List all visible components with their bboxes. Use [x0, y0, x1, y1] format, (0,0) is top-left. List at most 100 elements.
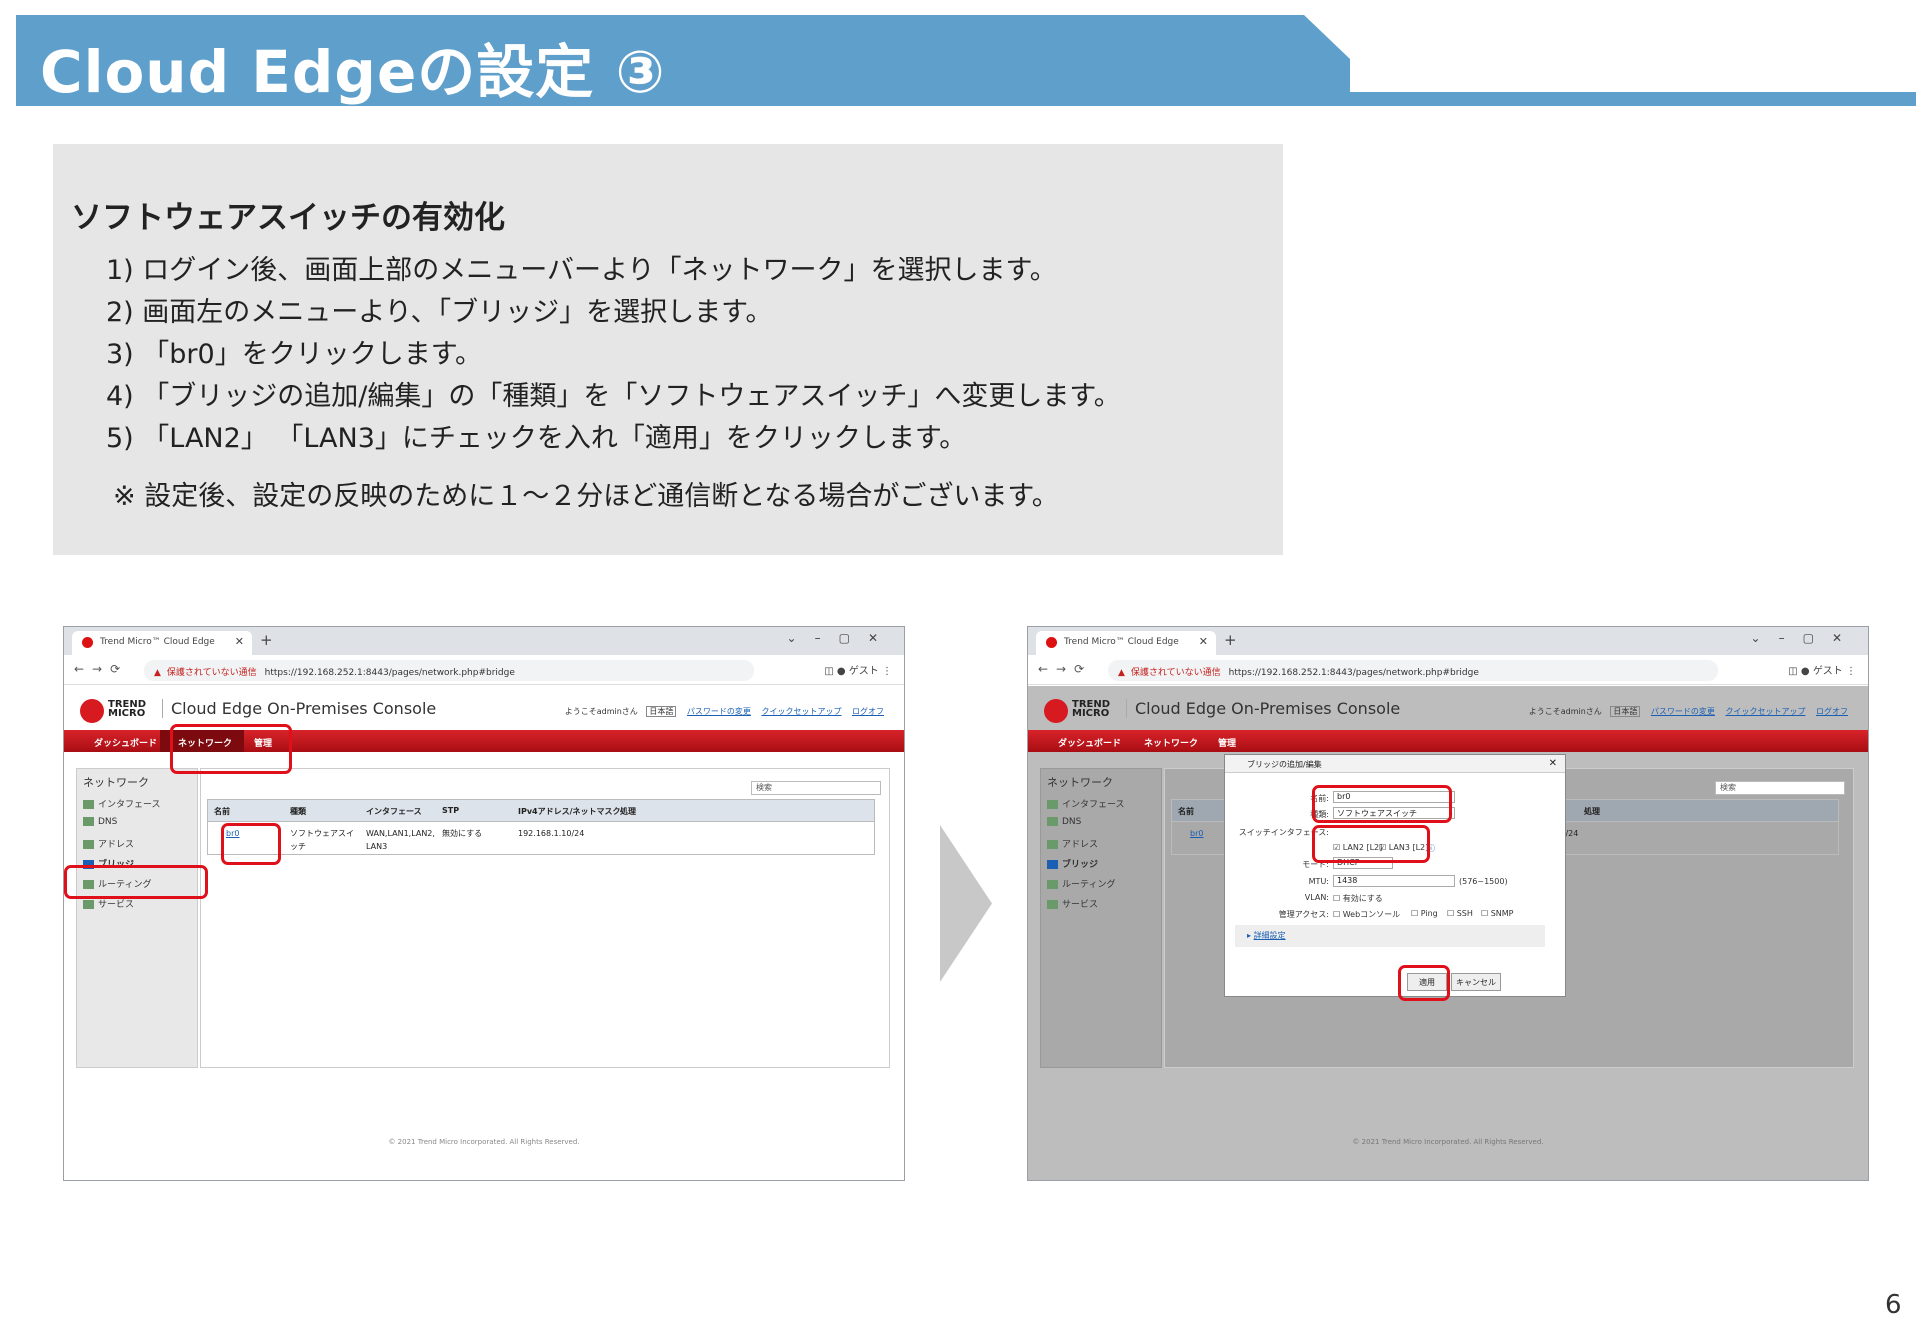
- logo-text: TREND MICRO: [1072, 699, 1111, 719]
- col-type[interactable]: 種類: [290, 806, 306, 817]
- table-row: br0 ソフトウェアスイッチ WAN,LAN1,LAN2,LAN3 無効にする …: [208, 822, 874, 854]
- change-password-link[interactable]: パスワードの変更: [1651, 707, 1715, 716]
- bridge-icon: [1047, 860, 1058, 869]
- console-content: ネットワーク インタフェース DNS アドレス ブリッジ ルーティング サービス…: [64, 752, 904, 1180]
- col-name[interactable]: 名前: [214, 806, 230, 817]
- dns-icon: [83, 817, 94, 826]
- sidebar-item-interface[interactable]: インタフェース: [1047, 797, 1125, 810]
- search-input[interactable]: 検索: [1715, 781, 1845, 795]
- highlight-lan-checkboxes: [1312, 825, 1430, 863]
- snmp-checkbox[interactable]: ☐ SNMP: [1481, 909, 1514, 918]
- nav-buttons[interactable]: ←→⟳: [1038, 662, 1092, 676]
- instructions-note: ※ 設定後、設定の反映のために１～２分ほど通信断となる場合がございます。: [113, 481, 1059, 512]
- service-icon: [83, 900, 94, 909]
- url-field[interactable]: ▲ 保護されていない通信 https://192.168.252.1:8443/pa…: [144, 660, 754, 681]
- warning-icon: ▲: [154, 668, 161, 678]
- mtu-range: (576~1500): [1459, 877, 1508, 886]
- steps-list: 1) ログイン後、画面上部のメニューバーより「ネットワーク」を選択します。 2)…: [106, 250, 1121, 460]
- table-header: 名前 種類 インタフェース STP IPv4アドレス/ネットマスク 処理: [208, 800, 874, 822]
- console-footer: © 2021 Trend Micro Incorporated. All Rig…: [1352, 1138, 1544, 1146]
- url-field[interactable]: ▲ 保護されていない通信 https://192.168.252.1:8443/pa…: [1108, 660, 1718, 681]
- menu-admin[interactable]: 管理: [1212, 730, 1252, 752]
- col-interface[interactable]: インタフェース: [366, 806, 422, 817]
- col-stp[interactable]: STP: [442, 806, 459, 815]
- highlight-apply: [1398, 965, 1450, 1001]
- language-select[interactable]: 日本語: [646, 706, 677, 717]
- bridge-table: 名前 種類 インタフェース STP IPv4アドレス/ネットマスク 処理 br0…: [207, 799, 875, 855]
- new-tab-icon[interactable]: +: [1224, 631, 1237, 649]
- col-action[interactable]: 処理: [1584, 806, 1600, 817]
- sidebar-item-address[interactable]: アドレス: [1047, 837, 1098, 850]
- sidebar-item-bridge[interactable]: ブリッジ: [1047, 857, 1098, 870]
- screenshot-network-bridge: Trend Micro™ Cloud Edge ✕ + ⌄–▢✕ ←→⟳ ▲ 保護さ…: [63, 626, 905, 1181]
- window-controls[interactable]: ⌄–▢✕: [1751, 631, 1860, 645]
- bridge-panel: 検索 名前 種類 インタフェース STP IPv4アドレス/ネットマスク 処理 …: [200, 768, 890, 1068]
- language-select[interactable]: 日本語: [1610, 706, 1641, 717]
- browser-tabbar: Trend Micro™ Cloud Edge ✕ + ⌄–▢✕: [1028, 627, 1868, 655]
- instructions-panel: ソフトウェアスイッチの有効化 1) ログイン後、画面上部のメニューバーより「ネッ…: [53, 144, 1283, 555]
- routing-icon: [1047, 880, 1058, 889]
- col-action[interactable]: 処理: [620, 806, 636, 817]
- menu-dashboard[interactable]: ダッシュボード: [1044, 730, 1124, 752]
- web-console-checkbox[interactable]: ☐ Webコンソール: [1333, 909, 1400, 920]
- close-tab-icon[interactable]: ✕: [1199, 635, 1208, 648]
- access-label: 管理アクセス:: [1278, 910, 1329, 919]
- menu-dashboard[interactable]: ダッシュボード: [80, 730, 160, 752]
- col-ipv4[interactable]: IPv4アドレス/ネットマスク: [518, 806, 621, 817]
- trend-favicon-icon: [82, 637, 93, 648]
- highlight-bridge: [64, 865, 208, 899]
- cell-ipv4: 192.168.1.10/24: [518, 829, 585, 838]
- close-tab-icon[interactable]: ✕: [235, 635, 244, 648]
- change-password-link[interactable]: パスワードの変更: [687, 707, 751, 716]
- close-icon[interactable]: ✕: [1549, 758, 1557, 769]
- nav-buttons[interactable]: ←→⟳: [74, 662, 128, 676]
- ping-checkbox[interactable]: ☐ Ping: [1411, 909, 1438, 918]
- new-tab-icon[interactable]: +: [260, 631, 273, 649]
- sidebar-item-service[interactable]: サービス: [1047, 897, 1098, 910]
- trend-logo-icon: [1044, 699, 1068, 723]
- console-header: TREND MICRO Cloud Edge On-Premises Conso…: [1028, 686, 1868, 730]
- window-controls[interactable]: ⌄–▢✕: [787, 631, 896, 645]
- interface-icon: [83, 800, 94, 809]
- logoff-link[interactable]: ログオフ: [1816, 707, 1848, 716]
- sidebar-title: ネットワーク: [83, 776, 149, 789]
- logoff-link[interactable]: ログオフ: [852, 707, 884, 716]
- trend-logo-icon: [80, 699, 104, 723]
- address-bar: ←→⟳ ▲ 保護されていない通信 https://192.168.252.1:844…: [1028, 655, 1868, 685]
- page-number: 6: [1885, 1290, 1902, 1320]
- logo-text: TREND MICRO: [108, 699, 147, 719]
- dialog-header: ブリッジの追加/編集 ✕: [1225, 755, 1565, 773]
- col-name[interactable]: 名前: [1178, 806, 1194, 817]
- sidebar-item-routing[interactable]: ルーティング: [1047, 877, 1115, 890]
- sidebar-item-interface[interactable]: インタフェース: [83, 797, 161, 810]
- cell-stp: 無効にする: [442, 829, 483, 838]
- mtu-field[interactable]: 1438: [1333, 875, 1455, 887]
- quick-setup-link[interactable]: クイックセットアップ: [1725, 707, 1805, 716]
- console-title: Cloud Edge On-Premises Console: [1126, 699, 1400, 718]
- slide-title: Cloud Edgeの設定 ③: [40, 38, 666, 106]
- mtu-label: MTU:: [1308, 877, 1329, 886]
- search-input[interactable]: 検索: [751, 781, 881, 795]
- highlight-type: [1312, 785, 1452, 823]
- profile-area[interactable]: ◫ ● ゲスト ⋮: [1788, 662, 1856, 677]
- cancel-button[interactable]: キャンセル: [1451, 973, 1501, 991]
- bridge-br0-link[interactable]: br0: [1190, 827, 1203, 840]
- browser-tabbar: Trend Micro™ Cloud Edge ✕ + ⌄–▢✕: [64, 627, 904, 655]
- highlight-br0: [221, 823, 281, 865]
- sidebar-title: ネットワーク: [1047, 776, 1113, 789]
- menu-network[interactable]: ネットワーク: [1128, 730, 1208, 752]
- sidebar-item-dns[interactable]: DNS: [1047, 817, 1081, 827]
- quick-setup-link[interactable]: クイックセットアップ: [761, 707, 841, 716]
- sidebar-item-address[interactable]: アドレス: [83, 837, 134, 850]
- ssh-checkbox[interactable]: ☐ SSH: [1447, 909, 1473, 918]
- browser-tab[interactable]: Trend Micro™ Cloud Edge ✕: [1036, 631, 1216, 655]
- browser-tab[interactable]: Trend Micro™ Cloud Edge ✕: [72, 631, 252, 655]
- profile-area[interactable]: ◫ ● ゲスト ⋮: [824, 662, 892, 677]
- vlan-checkbox[interactable]: ☐ 有効にする: [1333, 893, 1383, 904]
- step-item: 2) 画面左のメニューより、「ブリッジ」を選択します。: [106, 297, 773, 328]
- highlight-network-menu: [170, 724, 292, 774]
- service-icon: [1047, 900, 1058, 909]
- console-footer: © 2021 Trend Micro Incorporated. All Rig…: [388, 1138, 580, 1146]
- sidebar-item-dns[interactable]: DNS: [83, 817, 117, 827]
- advanced-settings-link[interactable]: ▸ 詳細設定: [1235, 925, 1545, 947]
